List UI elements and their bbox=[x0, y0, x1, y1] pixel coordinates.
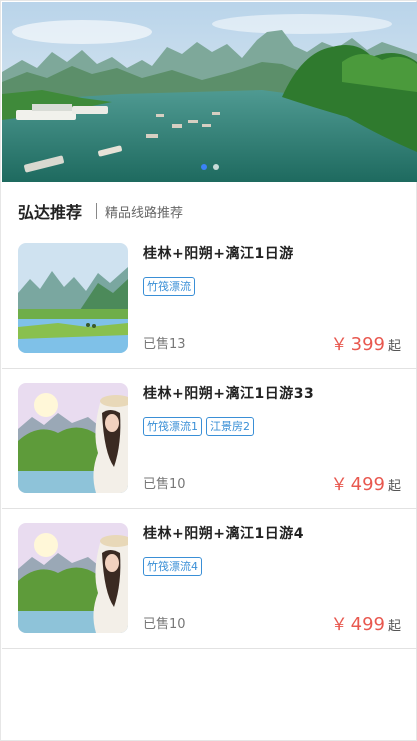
product-title[interactable]: 桂林+阳朔+漓江1日游4 bbox=[143, 523, 304, 543]
sold-count: 已售10 bbox=[143, 477, 186, 492]
product-title[interactable]: 桂林+阳朔+漓江1日游 bbox=[143, 243, 294, 263]
product-card[interactable]: 桂林+阳朔+漓江1日游4 竹筏漂流4 已售10 ￥ 499 起 bbox=[2, 509, 417, 649]
product-tags: 竹筏漂流 bbox=[143, 277, 195, 296]
carousel-dot[interactable] bbox=[212, 164, 219, 170]
page-frame: 弘达推荐 精品线路推荐 桂林+阳朔+漓江1日游 竹筏漂流 已售13 ￥ 399 … bbox=[0, 0, 417, 741]
product-thumbnail-tourist bbox=[18, 383, 128, 493]
section-title: 弘达推荐 bbox=[18, 203, 83, 222]
currency-symbol: ￥ bbox=[330, 615, 348, 635]
price-suffix: 起 bbox=[387, 479, 401, 494]
banner-image-li-river bbox=[2, 2, 417, 182]
product-thumbnail-tourist bbox=[18, 523, 128, 633]
price-value: 499 bbox=[350, 614, 385, 635]
banner-carousel[interactable] bbox=[2, 2, 417, 182]
section-divider bbox=[96, 203, 98, 219]
product-price: ￥ 399 bbox=[331, 330, 385, 355]
product-tag: 竹筏漂流4 bbox=[143, 557, 202, 576]
currency-symbol: ￥ bbox=[330, 335, 348, 355]
product-card[interactable]: 桂林+阳朔+漓江1日游33 竹筏漂流1 江景房2 已售10 ￥ 499 起 bbox=[2, 369, 417, 509]
product-tags: 竹筏漂流4 bbox=[143, 557, 202, 576]
carousel-dot-active[interactable] bbox=[200, 164, 207, 170]
price-suffix: 起 bbox=[387, 619, 401, 634]
currency-symbol: ￥ bbox=[330, 475, 348, 495]
product-price: ￥ 499 bbox=[331, 470, 385, 495]
product-tag: 竹筏漂流 bbox=[143, 277, 195, 296]
product-thumbnail-karst bbox=[18, 243, 128, 353]
product-title[interactable]: 桂林+阳朔+漓江1日游33 bbox=[143, 383, 314, 403]
section-subtitle: 精品线路推荐 bbox=[105, 205, 184, 221]
price-suffix: 起 bbox=[387, 339, 401, 354]
product-tag: 竹筏漂流1 bbox=[143, 417, 202, 436]
carousel-indicator bbox=[2, 164, 417, 170]
product-tags: 竹筏漂流1 江景房2 bbox=[143, 417, 254, 436]
product-list: 桂林+阳朔+漓江1日游 竹筏漂流 已售13 ￥ 399 起 桂林+阳朔+漓江1日… bbox=[2, 229, 417, 649]
sold-count: 已售10 bbox=[143, 617, 186, 632]
price-value: 499 bbox=[350, 474, 385, 495]
product-price: ￥ 499 bbox=[331, 610, 385, 635]
product-tag: 江景房2 bbox=[206, 417, 254, 436]
sold-count: 已售13 bbox=[143, 337, 186, 352]
price-value: 399 bbox=[350, 334, 385, 355]
product-card[interactable]: 桂林+阳朔+漓江1日游 竹筏漂流 已售13 ￥ 399 起 bbox=[2, 229, 417, 369]
section-header: 弘达推荐 精品线路推荐 bbox=[18, 199, 183, 223]
